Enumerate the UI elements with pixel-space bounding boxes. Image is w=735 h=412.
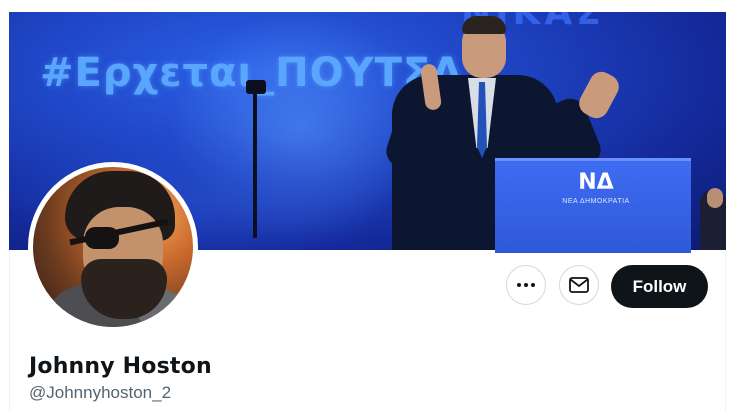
eyepatch-icon [85, 227, 119, 249]
follow-button[interactable]: Follow [611, 265, 708, 308]
podium-subtext: ΝΕΑ ΔΗΜΟΚΡΑΤΙΑ [562, 198, 630, 205]
more-icon [517, 283, 535, 287]
podium-logo: ΝΔ [578, 170, 614, 195]
microphone-stand [253, 88, 257, 238]
more-options-button[interactable] [506, 265, 546, 305]
speaker-hair [462, 16, 506, 34]
display-name: Johnny Hoston [29, 354, 212, 379]
envelope-icon [569, 277, 589, 293]
user-handle: @Johnnyhoston_2 [29, 383, 172, 402]
message-button[interactable] [559, 265, 599, 305]
avatar[interactable] [33, 167, 193, 327]
bystander-head [707, 188, 723, 208]
